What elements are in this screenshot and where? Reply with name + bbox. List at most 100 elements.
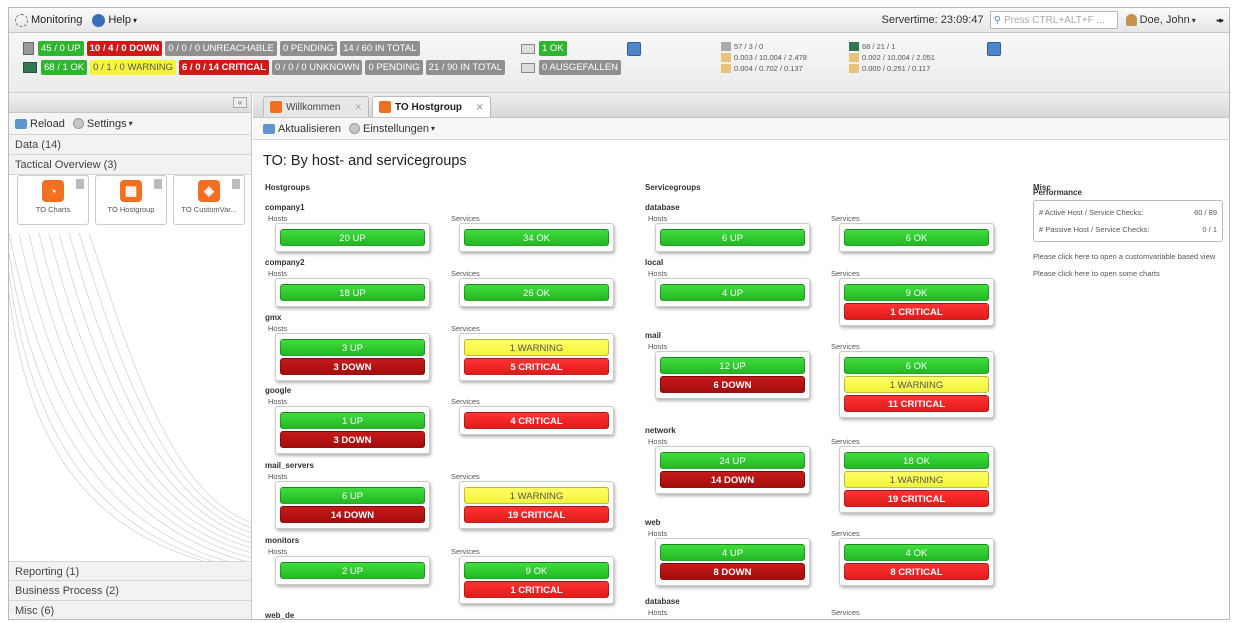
services-ok-badge[interactable]: 68 / 1 OK: [41, 60, 88, 75]
service-status-bar[interactable]: 9 OK: [844, 284, 989, 301]
host-status-bar[interactable]: 6 UP: [280, 487, 425, 504]
host-status-bar[interactable]: 18 UP: [280, 284, 425, 301]
hosts-status-box[interactable]: 3 UP 3 DOWN: [275, 333, 430, 381]
trash-icon[interactable]: [154, 179, 162, 189]
hosts-status-box[interactable]: 24 UP 14 DOWN: [655, 446, 810, 494]
hosts-status-box[interactable]: 12 UP 6 DOWN: [655, 351, 810, 399]
service-status-bar[interactable]: 26 OK: [464, 284, 609, 301]
services-pending-badge[interactable]: 0 PENDING: [365, 60, 423, 75]
service-status-bar[interactable]: 1 WARNING: [844, 376, 989, 393]
extra-failed-badge[interactable]: 0 AUSGEFALLEN: [539, 60, 622, 75]
services-status-box[interactable]: 9 OK 1 CRITICAL: [839, 278, 994, 326]
charts-link[interactable]: Please click here to open some charts: [1033, 269, 1223, 278]
refresh-perf-icon[interactable]: [987, 42, 1001, 56]
close-icon[interactable]: ✕: [476, 102, 484, 113]
hosts-down-badge[interactable]: 10 / 4 / 0 DOWN: [86, 41, 163, 56]
tab-to-hostgroup[interactable]: TO Hostgroup ✕: [372, 96, 491, 117]
services-status-box[interactable]: 34 OK: [459, 223, 614, 252]
services-status-box[interactable]: 4 OK 8 CRITICAL: [839, 538, 994, 586]
services-status-box[interactable]: 18 OK 1 WARNING 19 CRITICAL: [839, 446, 994, 513]
host-status-bar[interactable]: 3 UP: [280, 339, 425, 356]
hosts-pending-badge[interactable]: 0 PENDING: [279, 41, 338, 56]
hosts-status-box[interactable]: 6 UP 14 DOWN: [275, 481, 430, 529]
section-tactical-overview[interactable]: Tactical Overview (3): [9, 155, 251, 175]
host-status-bar[interactable]: 14 DOWN: [280, 506, 425, 523]
service-status-bar[interactable]: 6 OK: [844, 357, 989, 374]
services-status-box[interactable]: 1 WARNING 5 CRITICAL: [459, 333, 614, 381]
tab-willkommen[interactable]: Willkommen ✕: [263, 96, 369, 117]
services-status-box[interactable]: 6 OK: [839, 223, 994, 252]
user-menu[interactable]: Doe, John ▾: [1125, 14, 1196, 26]
service-status-bar[interactable]: 19 CRITICAL: [844, 490, 989, 507]
host-status-bar[interactable]: 1 UP: [280, 412, 425, 429]
hosts-status-box[interactable]: 1 UP 3 DOWN: [275, 406, 430, 454]
service-status-bar[interactable]: 18 OK: [844, 452, 989, 469]
hosts-status-box[interactable]: 4 UP 8 DOWN: [655, 538, 810, 586]
service-status-bar[interactable]: 4 CRITICAL: [464, 412, 609, 429]
hosts-status-box[interactable]: 6 UP: [655, 223, 810, 252]
service-status-bar[interactable]: 34 OK: [464, 229, 609, 246]
trash-icon[interactable]: [76, 179, 84, 189]
host-status-bar[interactable]: 4 UP: [660, 544, 805, 561]
services-warning-badge[interactable]: 0 / 1 / 0 WARNING: [90, 60, 177, 75]
trash-icon[interactable]: [232, 179, 240, 189]
host-status-bar[interactable]: 12 UP: [660, 357, 805, 374]
service-status-bar[interactable]: 1 WARNING: [464, 487, 609, 504]
service-status-bar[interactable]: 1 WARNING: [844, 471, 989, 488]
reload-button[interactable]: Reload: [15, 118, 65, 130]
refresh-status-icon[interactable]: [627, 42, 641, 56]
close-icon[interactable]: ✕: [354, 102, 362, 113]
hosts-up-badge[interactable]: 45 / 0 UP: [38, 41, 84, 56]
host-status-bar[interactable]: 8 DOWN: [660, 563, 805, 580]
aktualisieren-button[interactable]: Aktualisieren: [263, 123, 341, 135]
tile-to-charts[interactable]: ◔ TO Charts: [17, 175, 89, 225]
service-status-bar[interactable]: 4 OK: [844, 544, 989, 561]
hosts-status-box[interactable]: 4 UP: [655, 278, 810, 307]
services-status-box[interactable]: 1 WARNING 19 CRITICAL: [459, 481, 614, 529]
service-status-bar[interactable]: 19 CRITICAL: [464, 506, 609, 523]
service-status-bar[interactable]: 5 CRITICAL: [464, 358, 609, 375]
host-status-bar[interactable]: 6 UP: [660, 229, 805, 246]
host-status-bar[interactable]: 4 UP: [660, 284, 805, 301]
host-status-bar[interactable]: 2 UP: [280, 562, 425, 579]
services-status-box[interactable]: 26 OK: [459, 278, 614, 307]
einstellungen-button[interactable]: Einstellungen ▾: [348, 123, 435, 135]
services-unknown-badge[interactable]: 0 / 0 / 0 UNKNOWN: [271, 60, 363, 75]
hosts-status-box[interactable]: 2 UP: [275, 556, 430, 585]
services-status-box[interactable]: 9 OK 1 CRITICAL: [459, 556, 614, 604]
host-status-bar[interactable]: 3 DOWN: [280, 358, 425, 375]
service-status-bar[interactable]: 8 CRITICAL: [844, 563, 989, 580]
host-status-bar[interactable]: 24 UP: [660, 452, 805, 469]
section-reporting[interactable]: Reporting (1): [9, 561, 251, 581]
collapse-panel-icon[interactable]: «: [233, 97, 247, 108]
service-status-bar[interactable]: 11 CRITICAL: [844, 395, 989, 412]
section-data[interactable]: Data (14): [9, 135, 251, 155]
search-input[interactable]: ⚲ Press CTRL+ALT+F ...: [989, 11, 1118, 29]
services-total-badge[interactable]: 21 / 90 IN TOTAL: [425, 60, 506, 75]
services-critical-badge[interactable]: 6 / 0 / 14 CRITICAL: [179, 60, 269, 75]
host-status-bar[interactable]: 20 UP: [280, 229, 425, 246]
menu-help[interactable]: Help ▾: [92, 13, 137, 27]
hosts-total-badge[interactable]: 14 / 60 IN TOTAL: [340, 41, 420, 56]
hosts-status-box[interactable]: 18 UP: [275, 278, 430, 307]
service-status-bar[interactable]: 6 OK: [844, 229, 989, 246]
host-status-bar[interactable]: 3 DOWN: [280, 431, 425, 448]
settings-button[interactable]: Settings ▾: [72, 118, 133, 130]
service-status-bar[interactable]: 1 CRITICAL: [464, 581, 609, 598]
services-status-box[interactable]: 4 CRITICAL: [459, 406, 614, 435]
host-status-bar[interactable]: 6 DOWN: [660, 376, 805, 393]
hosts-unreachable-badge[interactable]: 0 / 0 / 0 UNREACHABLE: [165, 41, 277, 56]
tile-to-customvar[interactable]: ◈ TO CustomVar...: [173, 175, 245, 225]
service-status-bar[interactable]: 9 OK: [464, 562, 609, 579]
extra-ok-badge[interactable]: 1 OK: [539, 41, 567, 56]
tile-to-hostgroup[interactable]: ▦ TO Hostgroup: [95, 175, 167, 225]
service-status-bar[interactable]: 1 WARNING: [464, 339, 609, 356]
host-status-bar[interactable]: 14 DOWN: [660, 471, 805, 488]
customvariable-view-link[interactable]: Please click here to open a customvariab…: [1033, 252, 1223, 261]
service-status-bar[interactable]: 1 CRITICAL: [844, 303, 989, 320]
menu-monitoring[interactable]: Monitoring: [15, 13, 82, 27]
section-misc[interactable]: Misc (6): [9, 601, 251, 619]
section-business-process[interactable]: Business Process (2): [9, 581, 251, 601]
hosts-status-box[interactable]: 20 UP: [275, 223, 430, 252]
services-status-box[interactable]: 6 OK 1 WARNING 11 CRITICAL: [839, 351, 994, 418]
